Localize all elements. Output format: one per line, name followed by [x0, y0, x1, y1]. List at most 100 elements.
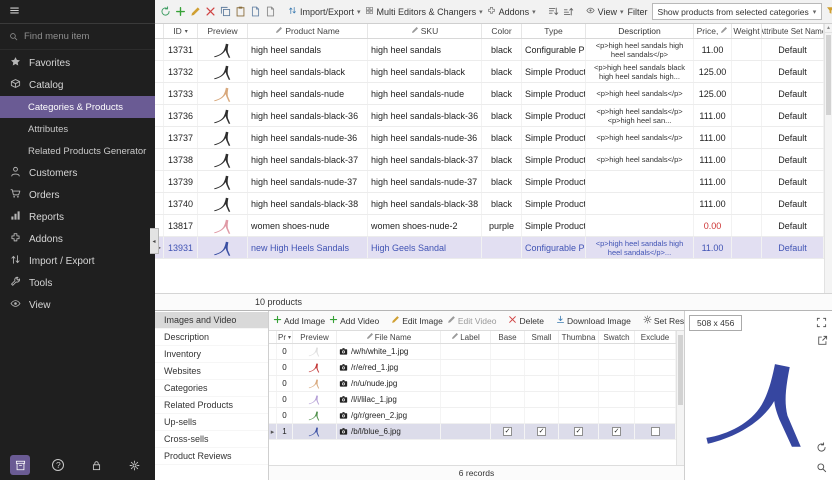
edit-image-button[interactable]: Edit Image — [391, 315, 443, 326]
menu-search-input[interactable] — [24, 31, 134, 42]
filter-select[interactable]: Show products from selected categories — [652, 3, 823, 20]
tab-description[interactable]: Description — [155, 329, 268, 346]
header-sku[interactable]: SKU — [368, 24, 482, 38]
header-type[interactable]: Type — [522, 24, 586, 38]
zoom-icon[interactable] — [816, 460, 828, 472]
header-label[interactable]: Label — [441, 331, 491, 343]
sidebar-item-orders[interactable]: Orders — [0, 184, 155, 206]
paste-button[interactable] — [235, 4, 246, 20]
product-row[interactable]: 13738 high heel sandals-black-37 high he… — [155, 149, 824, 171]
rotate-icon[interactable] — [816, 440, 828, 452]
multi-editors-dropdown[interactable]: Multi Editors & Changers — [365, 6, 483, 17]
view-dropdown[interactable]: View — [586, 6, 624, 17]
header-preview[interactable]: Preview — [198, 24, 248, 38]
copy-button[interactable] — [220, 4, 231, 20]
sidebar-item-catalog[interactable]: Catalog — [0, 74, 155, 96]
image-row[interactable]: 0 /l/i/lilac_1.jpg — [269, 392, 676, 408]
product-row[interactable]: 13739 high heel sandals-nude-37 high hee… — [155, 171, 824, 193]
delete-image-button[interactable]: Delete — [508, 315, 544, 326]
tab-up-sells[interactable]: Up-sells — [155, 414, 268, 431]
document-copy-button[interactable] — [265, 4, 276, 20]
swatch-checkbox[interactable] — [612, 427, 621, 436]
sidebar-item-customers[interactable]: Customers — [0, 162, 155, 184]
product-row[interactable]: 13736 high heel sandals-black-36 high he… — [155, 105, 824, 127]
product-row[interactable]: 13731 high heel sandals high heel sandal… — [155, 39, 824, 61]
thumbnail-checkbox[interactable] — [574, 427, 583, 436]
sidebar-item-attributes[interactable]: Attributes — [0, 118, 155, 140]
sort-descending-button[interactable] — [548, 4, 559, 20]
header-price[interactable]: Price, — [694, 24, 732, 38]
addons-dropdown[interactable]: Addons — [487, 6, 536, 17]
download-image-button[interactable]: Download Image — [556, 315, 631, 326]
edit-video-button[interactable]: Edit Video — [447, 315, 497, 326]
fullscreen-icon[interactable] — [816, 315, 828, 327]
sidebar-item-favorites[interactable]: Favorites — [0, 52, 155, 74]
tab-categories[interactable]: Categories — [155, 380, 268, 397]
delete-product-button[interactable] — [205, 4, 216, 20]
exclude-checkbox[interactable] — [651, 427, 660, 436]
help-icon[interactable]: ? — [48, 455, 68, 475]
add-product-button[interactable] — [175, 4, 186, 20]
sort-ascending-button[interactable] — [563, 4, 574, 20]
product-row[interactable]: 13737 high heel sandals-nude-36 high hee… — [155, 127, 824, 149]
import-export-dropdown[interactable]: Import/Export — [288, 6, 361, 17]
add-video-button[interactable]: Add Video — [329, 315, 379, 326]
filters-dropdown[interactable]: Filters — [826, 6, 832, 17]
sidebar-item-reports[interactable]: Reports — [0, 206, 155, 228]
archive-icon[interactable] — [10, 455, 30, 475]
header-base[interactable]: Base — [491, 331, 525, 343]
header-position[interactable]: Pr — [277, 331, 293, 343]
header-small[interactable]: Small — [525, 331, 559, 343]
scrollbar-thumb[interactable] — [826, 35, 831, 115]
header-preview[interactable]: Preview — [293, 331, 337, 343]
image-row[interactable]: 0 /g/r/green_2.jpg — [269, 408, 676, 424]
small-checkbox[interactable] — [537, 427, 546, 436]
sidebar-item-view[interactable]: View — [0, 294, 155, 316]
product-row[interactable]: 13817 women shoes-nude women shoes-nude-… — [155, 215, 824, 237]
set-resize-rule-button[interactable]: Set Resize Rule — [643, 315, 684, 326]
header-attribute-set[interactable]: Attribute Set Name — [762, 24, 824, 38]
image-row[interactable]: 0 /w/h/white_1.jpg — [269, 344, 676, 360]
images-vertical-scrollbar[interactable] — [676, 331, 684, 465]
header-thumbnail[interactable]: Thumbna — [559, 331, 599, 343]
product-row[interactable]: 13733 high heel sandals-nude high heel s… — [155, 83, 824, 105]
edit-product-button[interactable] — [190, 4, 201, 20]
header-exclude[interactable]: Exclude — [635, 331, 676, 343]
open-external-icon[interactable] — [817, 333, 829, 345]
image-row[interactable]: 0 /n/u/nude.jpg — [269, 376, 676, 392]
sidebar-item-import-export[interactable]: Import / Export — [0, 250, 155, 272]
product-row[interactable]: 13732 high heel sandals-black high heel … — [155, 61, 824, 83]
sidebar-item-related-products-generator[interactable]: Related Products Generator — [0, 140, 155, 162]
gear-icon[interactable] — [125, 455, 145, 475]
grid-vertical-scrollbar[interactable] — [824, 24, 832, 293]
header-color[interactable]: Color — [482, 24, 522, 38]
product-row[interactable]: 13740 high heel sandals-black-38 high he… — [155, 193, 824, 215]
document-button[interactable] — [250, 4, 261, 20]
refresh-button[interactable] — [160, 4, 171, 20]
tab-websites[interactable]: Websites — [155, 363, 268, 380]
header-file-name[interactable]: File Name — [337, 331, 441, 343]
sidebar-item-tools[interactable]: Tools — [0, 272, 155, 294]
tab-images-and-video[interactable]: Images and Video — [155, 312, 268, 329]
image-row[interactable]: 0 /r/e/red_1.jpg — [269, 360, 676, 376]
tab-inventory[interactable]: Inventory — [155, 346, 268, 363]
header-weight[interactable]: Weight — [732, 24, 762, 38]
add-image-button[interactable]: Add Image — [273, 315, 325, 326]
hamburger-menu-icon[interactable] — [9, 3, 20, 21]
header-id[interactable]: ID — [164, 24, 198, 38]
image-row-selected[interactable]: 1 /b/l/blue_6.jpg — [269, 424, 676, 440]
tab-product-reviews[interactable]: Product Reviews — [155, 448, 268, 465]
base-checkbox[interactable] — [503, 427, 512, 436]
scroll-up-arrow[interactable] — [825, 24, 832, 33]
lock-icon[interactable] — [87, 455, 107, 475]
header-swatch[interactable]: Swatch — [599, 331, 635, 343]
tab-related-products[interactable]: Related Products — [155, 397, 268, 414]
header-description[interactable]: Description — [586, 24, 694, 38]
sidebar-item-categories-products[interactable]: Categories & Products — [0, 96, 155, 118]
header-product-name[interactable]: Product Name — [248, 24, 368, 38]
tab-cross-sells[interactable]: Cross-sells — [155, 431, 268, 448]
scrollbar-thumb[interactable] — [678, 335, 683, 405]
sidebar-collapse-handle[interactable]: ◂ — [150, 228, 159, 254]
sidebar-item-addons[interactable]: Addons — [0, 228, 155, 250]
product-row-selected[interactable]: 13931 new High Heels Sandals High Geels … — [155, 237, 824, 259]
